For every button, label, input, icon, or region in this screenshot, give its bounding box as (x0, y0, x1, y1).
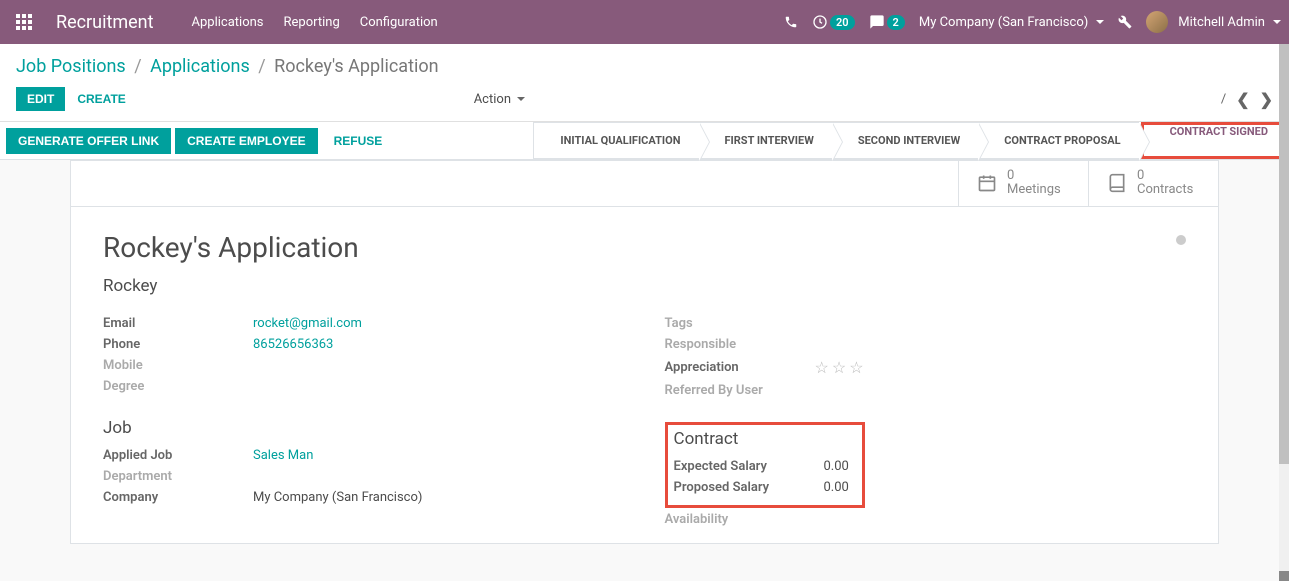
stage-second-interview[interactable]: Second Interview (832, 122, 978, 159)
expected-salary-value: 0.00 (824, 459, 849, 474)
messages-badge: 2 (887, 15, 905, 30)
calendar-icon (977, 173, 997, 193)
stage-initial-qualification[interactable]: Initial Qualification (533, 122, 698, 159)
user-menu[interactable]: Mitchell Admin (1146, 11, 1281, 33)
highlight-contract: Contract Expected Salary 0.00 Proposed S… (665, 422, 865, 508)
highlight-stage: Contract Signed (1141, 122, 1289, 159)
applicant-name: Rockey (103, 276, 1186, 296)
responsible-label: Responsible (665, 337, 815, 352)
scrollbar-down-arrow[interactable] (1279, 571, 1289, 581)
expected-salary-label: Expected Salary (674, 459, 824, 474)
pager-next[interactable]: ❯ (1260, 90, 1273, 109)
star-icon[interactable]: ☆ (815, 358, 829, 377)
user-name: Mitchell Admin (1178, 15, 1265, 30)
debug-icon[interactable] (1118, 15, 1132, 29)
chevron-down-icon (517, 97, 525, 101)
create-button[interactable]: Create (77, 92, 125, 106)
availability-label: Availability (665, 512, 815, 527)
company-selector[interactable]: My Company (San Francisco) (919, 15, 1104, 30)
page-title: Rockey's Application (103, 231, 1186, 264)
activity-icon[interactable]: 20 (812, 14, 855, 30)
refuse-button[interactable]: Refuse (334, 134, 383, 148)
phone-value[interactable]: 86526656363 (253, 337, 333, 352)
meetings-label: Meetings (1007, 183, 1061, 197)
apps-icon[interactable] (8, 6, 40, 38)
action-label: Action (474, 92, 511, 107)
activity-badge: 20 (830, 15, 855, 30)
messages-icon[interactable]: 2 (869, 14, 905, 30)
contract-section-title: Contract (674, 429, 856, 449)
breadcrumb-current: Rockey's Application (274, 56, 438, 77)
applied-job-label: Applied Job (103, 448, 253, 463)
nav-applications[interactable]: Applications (192, 15, 264, 30)
stage-bar: Generate Offer Link Create Employee Refu… (0, 122, 1289, 160)
scrollbar[interactable] (1279, 44, 1289, 581)
degree-label: Degree (103, 379, 253, 394)
scrollbar-thumb[interactable] (1279, 44, 1289, 464)
topbar-right: 20 2 My Company (San Francisco) Mitchell… (784, 11, 1281, 33)
chevron-down-icon (1096, 20, 1104, 24)
pager: / ❮ ❯ (1221, 90, 1273, 109)
star-icon[interactable]: ☆ (849, 358, 863, 377)
appreciation-stars[interactable]: ☆ ☆ ☆ (815, 358, 864, 377)
job-section-title: Job (103, 418, 625, 438)
company-value: My Company (San Francisco) (253, 490, 422, 505)
phone-icon[interactable] (784, 15, 798, 29)
email-label: Email (103, 316, 253, 331)
nav-configuration[interactable]: Configuration (360, 15, 438, 30)
app-title: Recruitment (56, 12, 154, 33)
breadcrumb-applications[interactable]: Applications (150, 56, 250, 77)
stage-first-interview[interactable]: First Interview (699, 122, 832, 159)
generate-offer-button[interactable]: Generate Offer Link (6, 128, 171, 154)
chevron-down-icon (1273, 20, 1281, 24)
contracts-label: Contracts (1137, 183, 1193, 197)
mobile-label: Mobile (103, 358, 253, 373)
referred-label: Referred By User (665, 383, 815, 398)
stat-contracts[interactable]: 0 Contracts (1088, 161, 1218, 206)
email-value[interactable]: rocket@gmail.com (253, 316, 362, 331)
top-nav: Applications Reporting Configuration (192, 15, 438, 30)
pager-sep: / (1221, 92, 1226, 107)
breadcrumb-job-positions[interactable]: Job Positions (16, 56, 126, 77)
tags-label: Tags (665, 316, 815, 331)
department-label: Department (103, 469, 253, 484)
action-dropdown[interactable]: Action (474, 92, 525, 107)
star-icon[interactable]: ☆ (832, 358, 846, 377)
topbar: Recruitment Applications Reporting Confi… (0, 0, 1289, 44)
edit-button[interactable]: Edit (16, 87, 65, 111)
breadcrumb: Job Positions / Applications / Rockey's … (0, 44, 1289, 81)
stage-pipeline: Initial Qualification First Interview Se… (533, 122, 1289, 159)
company-name: My Company (San Francisco) (919, 15, 1088, 30)
phone-label: Phone (103, 337, 253, 352)
stat-meetings[interactable]: 0 Meetings (958, 161, 1088, 206)
proposed-salary-label: Proposed Salary (674, 480, 824, 495)
record-card: 0 Meetings 0 Contracts Rockey's Applicat… (70, 160, 1219, 544)
stage-contract-proposal[interactable]: Contract Proposal (978, 122, 1138, 159)
action-bar: Edit Create Action / ❮ ❯ (0, 81, 1289, 122)
appreciation-label: Appreciation (665, 360, 815, 375)
kanban-state-icon[interactable] (1176, 235, 1186, 245)
nav-reporting[interactable]: Reporting (284, 15, 340, 30)
meetings-count: 0 (1007, 169, 1061, 183)
company-label: Company (103, 490, 253, 505)
create-employee-button[interactable]: Create Employee (175, 128, 317, 154)
applied-job-value[interactable]: Sales Man (253, 448, 313, 463)
avatar (1146, 11, 1168, 33)
stage-contract-signed[interactable]: Contract Signed (1144, 125, 1286, 138)
book-icon (1107, 173, 1127, 193)
pager-prev[interactable]: ❮ (1236, 90, 1249, 109)
contracts-count: 0 (1137, 169, 1193, 183)
proposed-salary-value: 0.00 (824, 480, 849, 495)
